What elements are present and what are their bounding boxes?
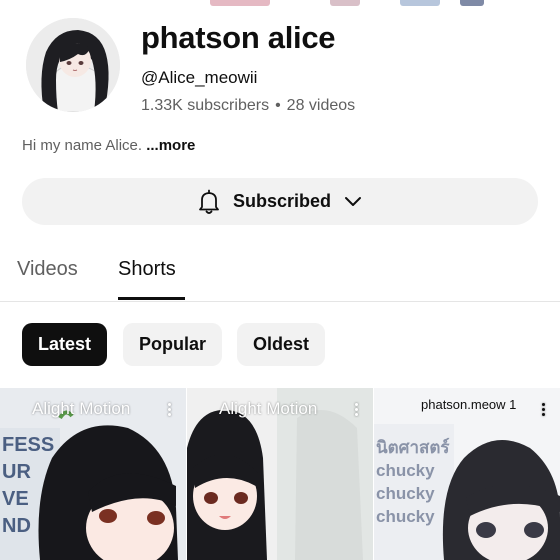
channel-tabs: Videos Shorts — [0, 248, 560, 302]
filter-latest-chip[interactable]: Latest — [22, 323, 108, 366]
stats-separator: • — [275, 97, 281, 114]
short-thumbnail[interactable]: Alight Motion — [187, 388, 373, 560]
video-count: 28 videos — [286, 97, 356, 114]
banner-strip — [0, 0, 560, 6]
short-overlay-text: Alight Motion — [32, 399, 131, 418]
more-link[interactable]: ...more — [146, 137, 195, 154]
tab-shorts[interactable]: Shorts — [118, 258, 176, 281]
subscribed-label: Subscribed — [232, 191, 332, 211]
description-text: Hi my name Alice. — [22, 137, 143, 154]
filter-popular-chip[interactable]: Popular — [123, 323, 223, 366]
short-thumbnail[interactable]: Alight Motion FESS UR VE ND — [0, 388, 186, 560]
subscriber-count: 1.33K subscribers — [141, 97, 270, 114]
channel-name: phatson alice — [141, 20, 336, 55]
active-tab-indicator — [118, 297, 185, 300]
short-side-text: FESS UR VE ND — [2, 434, 55, 537]
short-side-text: นิตศาสตร์ chucky chucky chucky — [376, 438, 450, 526]
tab-videos[interactable]: Videos — [17, 258, 78, 281]
filter-oldest-chip[interactable]: Oldest — [237, 323, 326, 366]
channel-handle: @Alice_meowii — [141, 68, 258, 87]
bell-icon — [197, 189, 221, 215]
more-options-icon[interactable] — [542, 401, 546, 418]
more-options-icon[interactable] — [168, 401, 172, 418]
channel-avatar[interactable] — [26, 18, 120, 112]
short-thumbnail[interactable]: phatson.meow 1 นิตศาสตร์ chucky chucky c… — [374, 388, 560, 560]
channel-stats: 1.33K subscribers • 28 videos — [141, 97, 355, 115]
short-overlay-text: phatson.meow 1 — [421, 397, 517, 412]
subscribed-button[interactable]: Subscribed — [22, 178, 538, 225]
short-overlay-text: Alight Motion — [219, 399, 318, 418]
more-options-icon[interactable] — [355, 401, 359, 418]
avatar-image — [26, 18, 120, 112]
channel-description[interactable]: Hi my name Alice. ...more — [22, 137, 195, 154]
chevron-down-icon — [343, 196, 363, 208]
